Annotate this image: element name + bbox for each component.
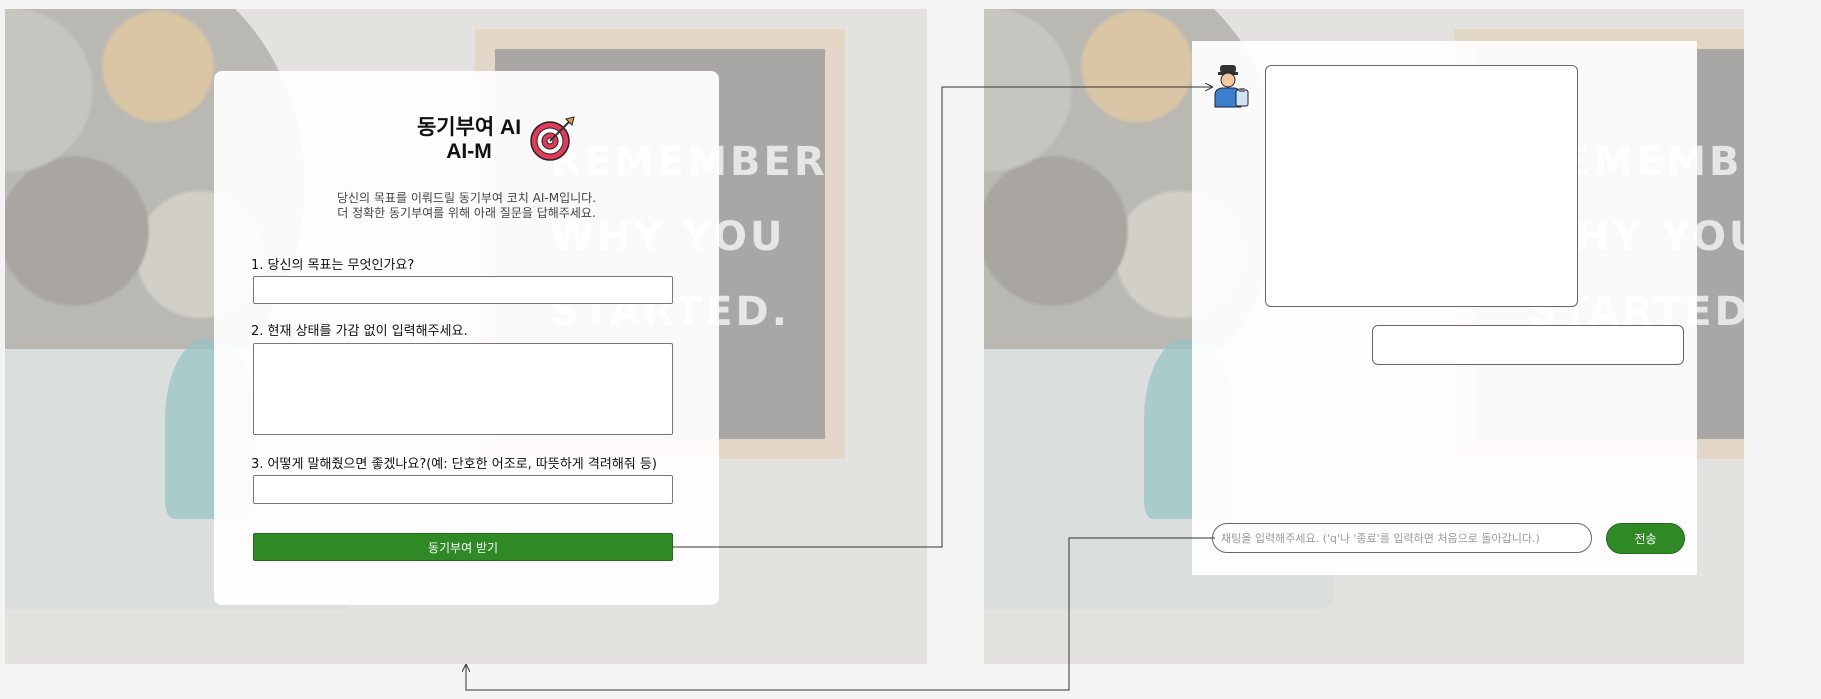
intro-line-1: 당신의 목표를 이뤄드릴 동기부여 코치 AI-M입니다.: [336, 191, 597, 205]
tone-input[interactable]: [253, 475, 673, 504]
intro-line-2: 더 정확한 동기부여를 위해 아래 질문을 답해주세요.: [337, 206, 596, 220]
chat-card: 전송: [1192, 41, 1697, 575]
chat-input[interactable]: [1212, 523, 1592, 553]
send-button[interactable]: 전송: [1606, 523, 1685, 554]
title-line-2: AI-M: [446, 140, 492, 163]
title-line-1: 동기부여 AI: [416, 116, 522, 139]
target-dart-icon: [530, 116, 575, 161]
user-message-bubble: [1372, 325, 1684, 365]
goal-question-label: 1. 당신의 목표는 무엇인가요?: [251, 258, 415, 273]
get-motivation-button[interactable]: 동기부여 받기: [253, 533, 673, 561]
intro-text: 당신의 목표를 이뤄드릴 동기부여 코치 AI-M입니다. 더 정확한 동기부여…: [254, 191, 679, 221]
goal-input[interactable]: [253, 276, 673, 304]
coach-avatar-icon: [1214, 65, 1249, 108]
page-title: 동기부여 AI AI-M: [389, 116, 549, 164]
bot-message-bubble: [1265, 65, 1578, 307]
status-question-label: 2. 현재 상태를 가감 없이 입력해주세요.: [251, 324, 468, 339]
tone-question-label: 3. 어떻게 말해줬으면 좋겠나요?(예: 단호한 어조로, 따뜻하게 격려해줘…: [251, 457, 657, 472]
motivation-form-card: 동기부여 AI AI-M 당신의 목표를 이뤄드릴 동기부여 코치 AI-M입니…: [214, 71, 719, 605]
status-textarea[interactable]: [253, 343, 673, 435]
